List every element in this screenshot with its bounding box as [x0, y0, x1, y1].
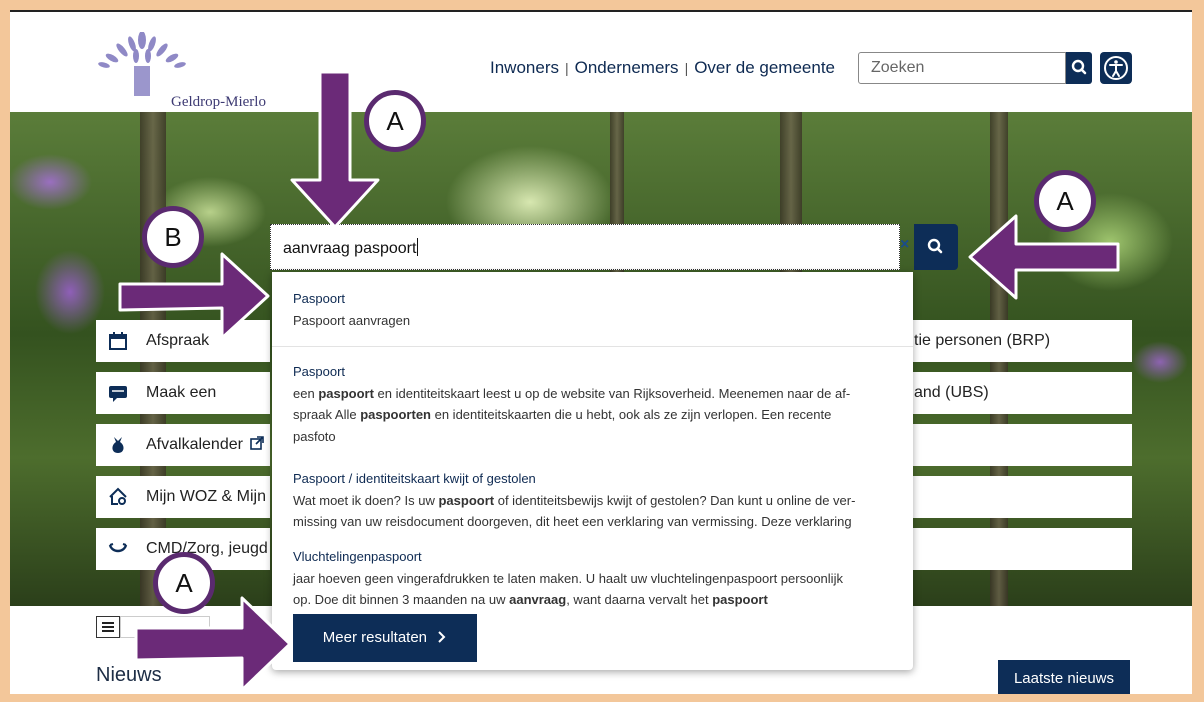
annotation-badge-b: B: [142, 206, 204, 268]
browser-viewport: Geldrop-Mierlo Inwoners | Ondernemers | Over…: [10, 10, 1192, 694]
arrow-right-annotation: [134, 596, 292, 692]
annotation-badge-a: A: [364, 90, 426, 152]
arrow-left-annotation: [968, 214, 1120, 300]
arrow-down-annotation: [290, 70, 380, 229]
annotation-badge-a: A: [153, 552, 215, 614]
arrow-right-annotation: [118, 252, 270, 340]
annotation-badge-a: A: [1034, 170, 1096, 232]
